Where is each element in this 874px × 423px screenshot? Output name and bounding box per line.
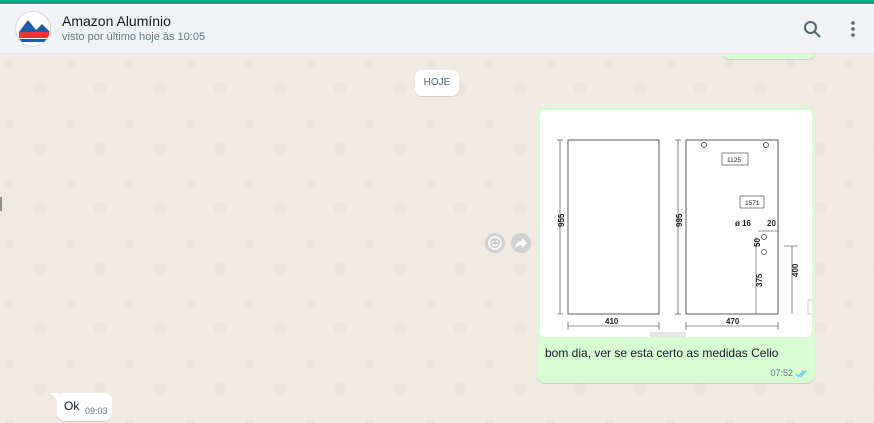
- emoji-icon: [488, 236, 502, 250]
- message-caption: bom dia, ver se esta certo as medidas Ce…: [545, 346, 779, 360]
- chat-header[interactable]: Amazon Alumínio visto por último hoje às…: [0, 4, 874, 54]
- diameter-label: ø 16: [735, 219, 752, 228]
- box-mid-label: 1571: [745, 200, 760, 207]
- forward-icon: [515, 238, 527, 248]
- panel-b-width-label: 470: [726, 317, 740, 326]
- offset-label: 20: [767, 219, 776, 228]
- incoming-text: Ok: [64, 399, 80, 413]
- contact-name[interactable]: Amazon Alumínio: [62, 13, 171, 29]
- menu-dots-icon: [851, 21, 855, 37]
- message-meta: 07:52: [770, 368, 809, 378]
- hole-height-label: 375: [755, 273, 764, 287]
- hole-spacing-label: 50: [753, 238, 762, 247]
- search-icon: [804, 21, 821, 38]
- avatar-logo: [16, 12, 50, 46]
- side-height-label: 400: [791, 263, 800, 277]
- chat-area[interactable]: HOJE 955 410 995 470 1125 1571 ø 16 20 5…: [0, 54, 874, 423]
- panel-a-width-label: 410: [605, 317, 619, 326]
- forward-button[interactable]: [511, 233, 531, 253]
- menu-button[interactable]: [840, 16, 866, 42]
- search-button[interactable]: [799, 16, 825, 42]
- double-check-icon: [795, 369, 807, 377]
- incoming-time: 09:03: [85, 406, 108, 416]
- previous-message-bubble[interactable]: [722, 54, 816, 59]
- technical-drawing: 955 410 995 470 1125 1571 ø 16 20 50 375…: [557, 139, 812, 337]
- panel-b-height-label: 995: [675, 213, 684, 227]
- contact-status: visto por último hoje às 10:05: [62, 31, 206, 43]
- date-chip: HOJE: [415, 70, 459, 96]
- scroll-marker: [0, 197, 2, 211]
- reaction-button[interactable]: [485, 233, 505, 253]
- drawing-image[interactable]: 955 410 995 470 1125 1571 ø 16 20 50 375…: [540, 110, 812, 337]
- box-top-label: 1125: [727, 157, 741, 164]
- panel-a-height-label: 955: [557, 213, 566, 227]
- avatar[interactable]: [15, 11, 51, 47]
- incoming-message[interactable]: Ok 09:03: [57, 393, 112, 421]
- outgoing-message[interactable]: 955 410 995 470 1125 1571 ø 16 20 50 375…: [537, 107, 815, 383]
- message-time: 07:52: [770, 368, 793, 378]
